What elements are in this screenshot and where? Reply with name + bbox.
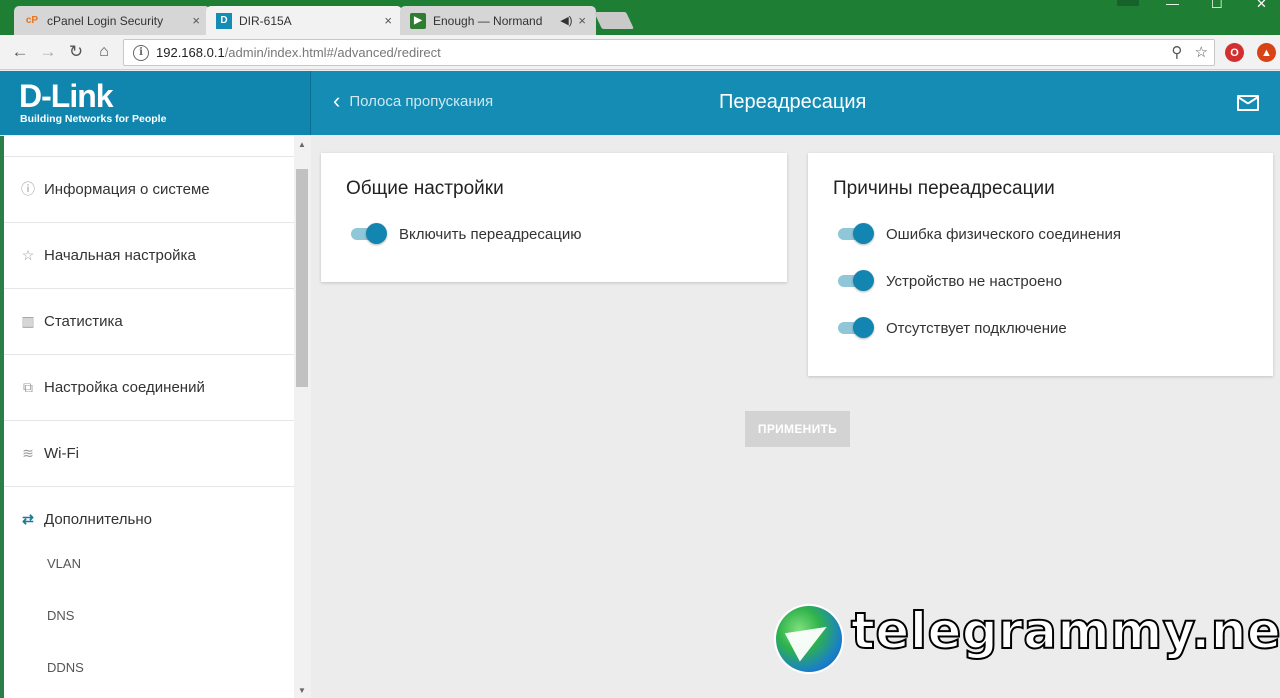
sidebar-subitem-vlan[interactable]: VLAN (47, 556, 81, 571)
physical-link-error-toggle[interactable] (836, 223, 874, 245)
star-icon: ☆ (21, 246, 35, 263)
logo-wordmark: D-Link (19, 78, 114, 114)
scroll-down-icon[interactable]: ▼ (298, 686, 306, 695)
key-icon[interactable]: ⚲ (1171, 44, 1182, 61)
router-header: D-Link Building Networks for People ‹ По… (0, 71, 1280, 135)
device-not-configured-toggle[interactable] (836, 270, 874, 292)
browser-tab-strip: cP cPanel Login Security × D DIR-615A × … (0, 0, 1280, 35)
address-bar[interactable]: i 192.168.0.1/admin/index.html#/advanced… (123, 39, 1215, 66)
sidebar-item-label: Wi-Fi (44, 444, 79, 462)
logo-tagline: Building Networks for People (20, 113, 167, 125)
back-arrow-icon[interactable]: ← (10, 43, 30, 61)
sidebar-item-label: Дополнительно (44, 510, 152, 528)
dlink-logo[interactable]: D-Link Building Networks for People (0, 71, 311, 135)
sidebar-item-system-info[interactable]: ⓘ Информация о системе (4, 156, 294, 221)
minimize-icon[interactable]: — (1166, 0, 1179, 11)
mail-icon[interactable] (1237, 95, 1259, 111)
toggle-label: Ошибка физического соединения (886, 225, 1121, 243)
wifi-icon: ≋ (22, 444, 34, 461)
network-icon: ⧉ (23, 378, 33, 395)
apply-button[interactable]: ПРИМЕНИТЬ (745, 411, 850, 447)
info-icon: ⓘ (21, 181, 35, 197)
info-icon[interactable]: i (133, 44, 149, 61)
sidebar-item-connections[interactable]: ⧉ Настройка соединений (4, 354, 294, 419)
forward-arrow-icon[interactable]: → (38, 43, 58, 61)
maximize-icon[interactable]: ☐ (1211, 0, 1223, 11)
close-window-icon[interactable]: ✕ (1256, 0, 1267, 11)
scroll-up-icon[interactable]: ▲ (298, 140, 306, 149)
scrollbar-thumb[interactable] (296, 169, 308, 387)
sidebar-subitem-dns[interactable]: DNS (47, 608, 74, 623)
new-tab-button[interactable] (594, 12, 634, 29)
toggle-label: Отсутствует подключение (886, 319, 1067, 337)
upload-extension-icon[interactable]: ▲ (1257, 43, 1276, 62)
sidebar-item-label: Настройка соединений (44, 378, 205, 396)
general-settings-card: Общие настройки Включить переадресацию (321, 153, 787, 282)
play-icon: ▶ (410, 12, 426, 29)
no-connection-toggle[interactable] (836, 317, 874, 339)
back-link-label: Полоса пропускания (349, 92, 494, 110)
window-menu-icon (1117, 0, 1139, 6)
watermark-text: telegrammy.net (850, 601, 1280, 661)
tab-title: DIR-615A (239, 13, 292, 28)
sidebar: ⓘ Информация о системе ☆ Начальная настр… (4, 136, 294, 698)
toggle-label: Включить переадресацию (399, 225, 582, 243)
card-title: Общие настройки (346, 178, 504, 199)
reason-row-no-connection: Отсутствует подключение (836, 317, 1067, 339)
sidebar-item-label: Статистика (44, 312, 123, 330)
sidebar-item-statistics[interactable]: ▥ Статистика (4, 288, 294, 353)
reason-row-not-configured: Устройство не настроено (836, 270, 1062, 292)
sidebar-item-label: Информация о системе (44, 180, 210, 198)
tab-title: cPanel Login Security (47, 13, 164, 28)
sidebar-subitem-ddns[interactable]: DDNS (47, 660, 84, 675)
tab-cpanel[interactable]: cP cPanel Login Security × (14, 6, 210, 35)
tab-title: Enough — Normand (433, 13, 543, 28)
close-icon[interactable]: × (192, 13, 200, 28)
swap-arrows-icon: ⇄ (22, 510, 34, 527)
close-icon[interactable]: × (384, 13, 392, 28)
redirect-reasons-card: Причины переадресации Ошибка физического… (808, 153, 1273, 376)
chart-icon: ▥ (21, 312, 35, 329)
audio-icon: ◀) (560, 15, 573, 27)
url-path: /admin/index.html#/advanced/redirect (224, 45, 441, 60)
tab-dir615a[interactable]: D DIR-615A × (206, 6, 402, 35)
enable-redirect-row: Включить переадресацию (349, 223, 581, 245)
back-link[interactable]: ‹ Полоса пропускания (333, 88, 494, 113)
reload-icon[interactable]: ↻ (66, 43, 86, 61)
cpanel-icon: cP (25, 15, 39, 26)
sidebar-item-initial-setup[interactable]: ☆ Начальная настройка (4, 222, 294, 287)
opera-extension-icon[interactable]: O (1225, 43, 1244, 62)
dlink-icon: D (216, 12, 232, 29)
tab-enough[interactable]: ▶ Enough — Normand ◀) × (400, 6, 596, 35)
chevron-left-icon: ‹ (333, 88, 341, 113)
sidebar-item-wifi[interactable]: ≋ Wi-Fi (4, 420, 294, 485)
card-title: Причины переадресации (833, 178, 1055, 199)
toggle-label: Устройство не настроено (886, 272, 1063, 290)
url-host: 192.168.0.1 (156, 45, 225, 60)
browser-toolbar: ← → ↻ ⌂ i 192.168.0.1/admin/index.html#/… (0, 35, 1280, 70)
home-icon[interactable]: ⌂ (94, 43, 114, 61)
page-title: Переадресация (719, 91, 867, 113)
bookmark-star-icon[interactable]: ☆ (1195, 44, 1208, 61)
enable-redirect-toggle[interactable] (349, 223, 387, 245)
close-icon[interactable]: × (578, 13, 586, 28)
sidebar-item-advanced[interactable]: ⇄ Дополнительно (4, 486, 294, 551)
sidebar-item-label: Начальная настройка (44, 246, 196, 264)
sidebar-scrollbar[interactable]: ▲ ▼ (294, 136, 311, 698)
reason-row-physical-link: Ошибка физического соединения (836, 223, 1121, 245)
